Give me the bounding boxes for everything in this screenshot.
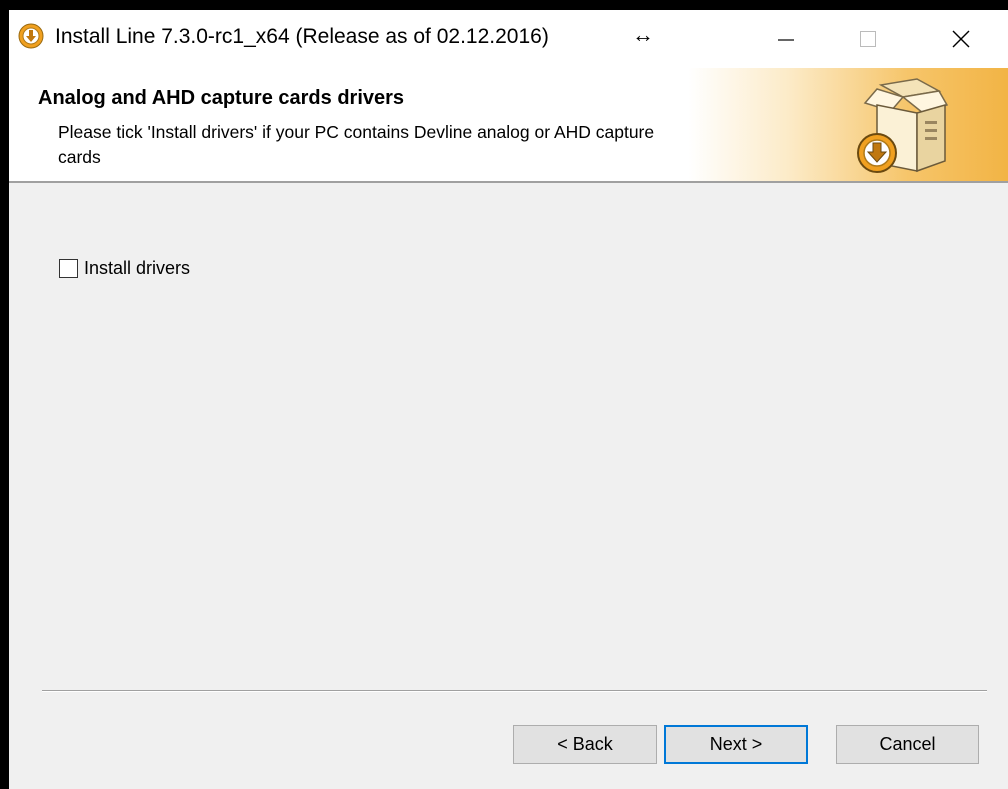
next-button[interactable]: Next >: [664, 725, 808, 764]
page-description: Please tick 'Install drivers' if your PC…: [58, 122, 655, 167]
header-divider: [9, 181, 1008, 183]
title-bar[interactable]: Install Line 7.3.0-rc1_x64 (Release as o…: [9, 10, 1008, 68]
install-drivers-option[interactable]: Install drivers: [59, 256, 190, 280]
resize-cursor-icon: ↔: [632, 22, 654, 47]
minimize-icon: [778, 39, 794, 41]
window-title: Install Line 7.3.0-rc1_x64 (Release as o…: [55, 25, 549, 48]
close-button[interactable]: [927, 10, 995, 68]
maximize-icon: [860, 31, 876, 47]
page-header: Analog and AHD capture cards drivers Ple…: [9, 68, 1008, 181]
install-drivers-checkbox[interactable]: [59, 258, 78, 278]
cancel-button[interactable]: Cancel: [836, 725, 979, 764]
back-button[interactable]: < Back: [513, 725, 657, 764]
footer-divider: [42, 690, 987, 692]
installer-window: Install Line 7.3.0-rc1_x64 (Release as o…: [9, 10, 1008, 789]
minimize-button[interactable]: [752, 10, 820, 68]
installer-app-icon: [18, 23, 44, 49]
install-drivers-label[interactable]: Install drivers: [84, 258, 190, 279]
maximize-button[interactable]: [834, 10, 902, 68]
close-icon: [952, 30, 970, 48]
installer-box-icon: [857, 78, 949, 173]
page-title: Analog and AHD capture cards drivers: [38, 87, 405, 109]
